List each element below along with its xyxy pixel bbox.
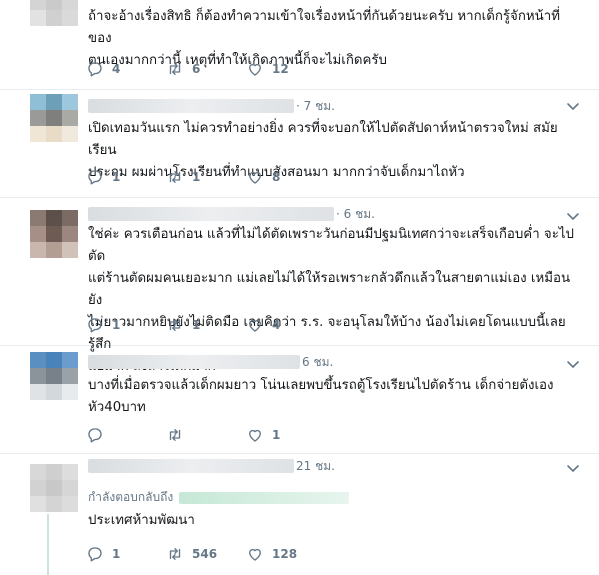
timestamp[interactable]: · 7 ชม.: [296, 97, 335, 116]
user-name[interactable]: [88, 459, 294, 473]
timestamp[interactable]: 6 ชม.: [302, 353, 333, 372]
retweet-icon: [169, 319, 181, 331]
reply-button[interactable]: 1: [86, 545, 166, 563]
avatar[interactable]: [30, 94, 78, 142]
replying-to-handle[interactable]: [179, 491, 350, 504]
avatar[interactable]: [30, 464, 78, 512]
user-name[interactable]: [88, 355, 300, 369]
reply-icon: [88, 62, 102, 77]
retweet-icon: [169, 548, 181, 560]
reply-button[interactable]: 1: [86, 316, 166, 334]
more-button[interactable]: [565, 208, 581, 224]
tweet-actions: 4 6 12: [86, 59, 326, 79]
tweet-1: ถ้าจะอ้างเรื่องสิทธิ ก็ต้องทำความเข้าใจเ…: [0, 0, 599, 90]
tweet-header: 21 ชม.: [88, 458, 335, 474]
like-button[interactable]: 4: [246, 316, 326, 334]
avatar[interactable]: [30, 210, 78, 258]
timestamp[interactable]: · 6 ชม.: [336, 205, 375, 224]
tweet-2: · 7 ชม. เปิดเทอมวันแรก ไม่ควรทำอย่างยิ่ง…: [0, 90, 599, 198]
reply-count: 1: [112, 318, 121, 332]
replying-to: กำลังตอบกลับถึง: [88, 488, 350, 507]
retweet-button[interactable]: 546: [166, 545, 246, 563]
retweet-icon: [169, 171, 181, 183]
reply-count: 1: [112, 547, 121, 561]
more-button[interactable]: [565, 460, 581, 476]
reply-icon: [88, 547, 102, 562]
more-button[interactable]: [565, 356, 581, 372]
retweet-button[interactable]: 1: [166, 168, 246, 186]
tweet-actions: 1 1 8: [86, 167, 326, 187]
timestamp[interactable]: 21 ชม.: [296, 457, 335, 476]
like-icon: [249, 319, 261, 332]
user-name[interactable]: [88, 99, 294, 113]
like-button[interactable]: 12: [246, 60, 326, 78]
chevron-down-icon: [567, 103, 579, 111]
tweet-actions: 1: [86, 425, 326, 445]
chevron-down-icon: [567, 361, 579, 369]
retweet-icon: [169, 63, 181, 75]
chevron-down-icon: [567, 465, 579, 473]
retweet-icon: [169, 429, 181, 441]
tweet-actions: 1 1 4: [86, 315, 326, 335]
like-icon: [249, 548, 261, 561]
like-count: 12: [272, 62, 289, 76]
tweet-header: · 6 ชม.: [88, 206, 375, 222]
retweet-count: 1: [192, 318, 201, 332]
like-count: 4: [272, 318, 281, 332]
retweet-count: 546: [192, 547, 218, 561]
like-button[interactable]: 1: [246, 426, 326, 444]
tweet-4: 6 ชม. บางที่เมื่อตรวจแล้วเด็กผมยาว โน่นเ…: [0, 346, 599, 454]
reply-button[interactable]: 4: [86, 60, 166, 78]
reply-count: 1: [112, 170, 121, 184]
like-icon: [249, 63, 261, 76]
tweet-header: 6 ชม.: [88, 354, 333, 370]
reply-icon: [88, 428, 102, 443]
retweet-button[interactable]: [166, 426, 246, 444]
retweet-button[interactable]: 6: [166, 60, 246, 78]
like-icon: [249, 429, 261, 442]
like-button[interactable]: 128: [246, 545, 326, 563]
avatar[interactable]: [30, 352, 78, 400]
tweet-actions: 1 546 128: [86, 544, 326, 564]
like-count: 128: [272, 547, 298, 561]
thread-line: [47, 514, 49, 575]
reply-icon: [88, 318, 102, 333]
replying-to-label: กำลังตอบกลับถึง: [88, 490, 174, 504]
user-name[interactable]: [88, 207, 334, 221]
like-count: 1: [272, 428, 281, 442]
avatar[interactable]: [30, 0, 78, 26]
reply-count: 4: [112, 62, 121, 76]
tweet-header: · 7 ชม.: [88, 98, 335, 114]
tweet-text: บางที่เมื่อตรวจแล้วเด็กผมยาว โน่นเลยพบขึ…: [88, 378, 554, 415]
tweet-3: · 6 ชม. ใช่ค่ะ ควรเตือนก่อน แล้วที่ไม่ได…: [0, 198, 599, 374]
tweet-5: 21 ชม. กำลังตอบกลับถึง ประเทศห้ามพัฒนา 1…: [0, 454, 599, 575]
more-button[interactable]: [565, 98, 581, 114]
like-icon: [249, 171, 261, 184]
like-count: 8: [272, 170, 281, 184]
reply-button[interactable]: 1: [86, 168, 166, 186]
reply-button[interactable]: [86, 426, 166, 444]
chevron-down-icon: [567, 213, 579, 221]
like-button[interactable]: 8: [246, 168, 326, 186]
tweet-text: ประเทศห้ามพัฒนา: [88, 513, 195, 528]
retweet-button[interactable]: 1: [166, 316, 246, 334]
retweet-count: 1: [192, 170, 201, 184]
retweet-count: 6: [192, 62, 201, 76]
reply-icon: [88, 170, 102, 185]
